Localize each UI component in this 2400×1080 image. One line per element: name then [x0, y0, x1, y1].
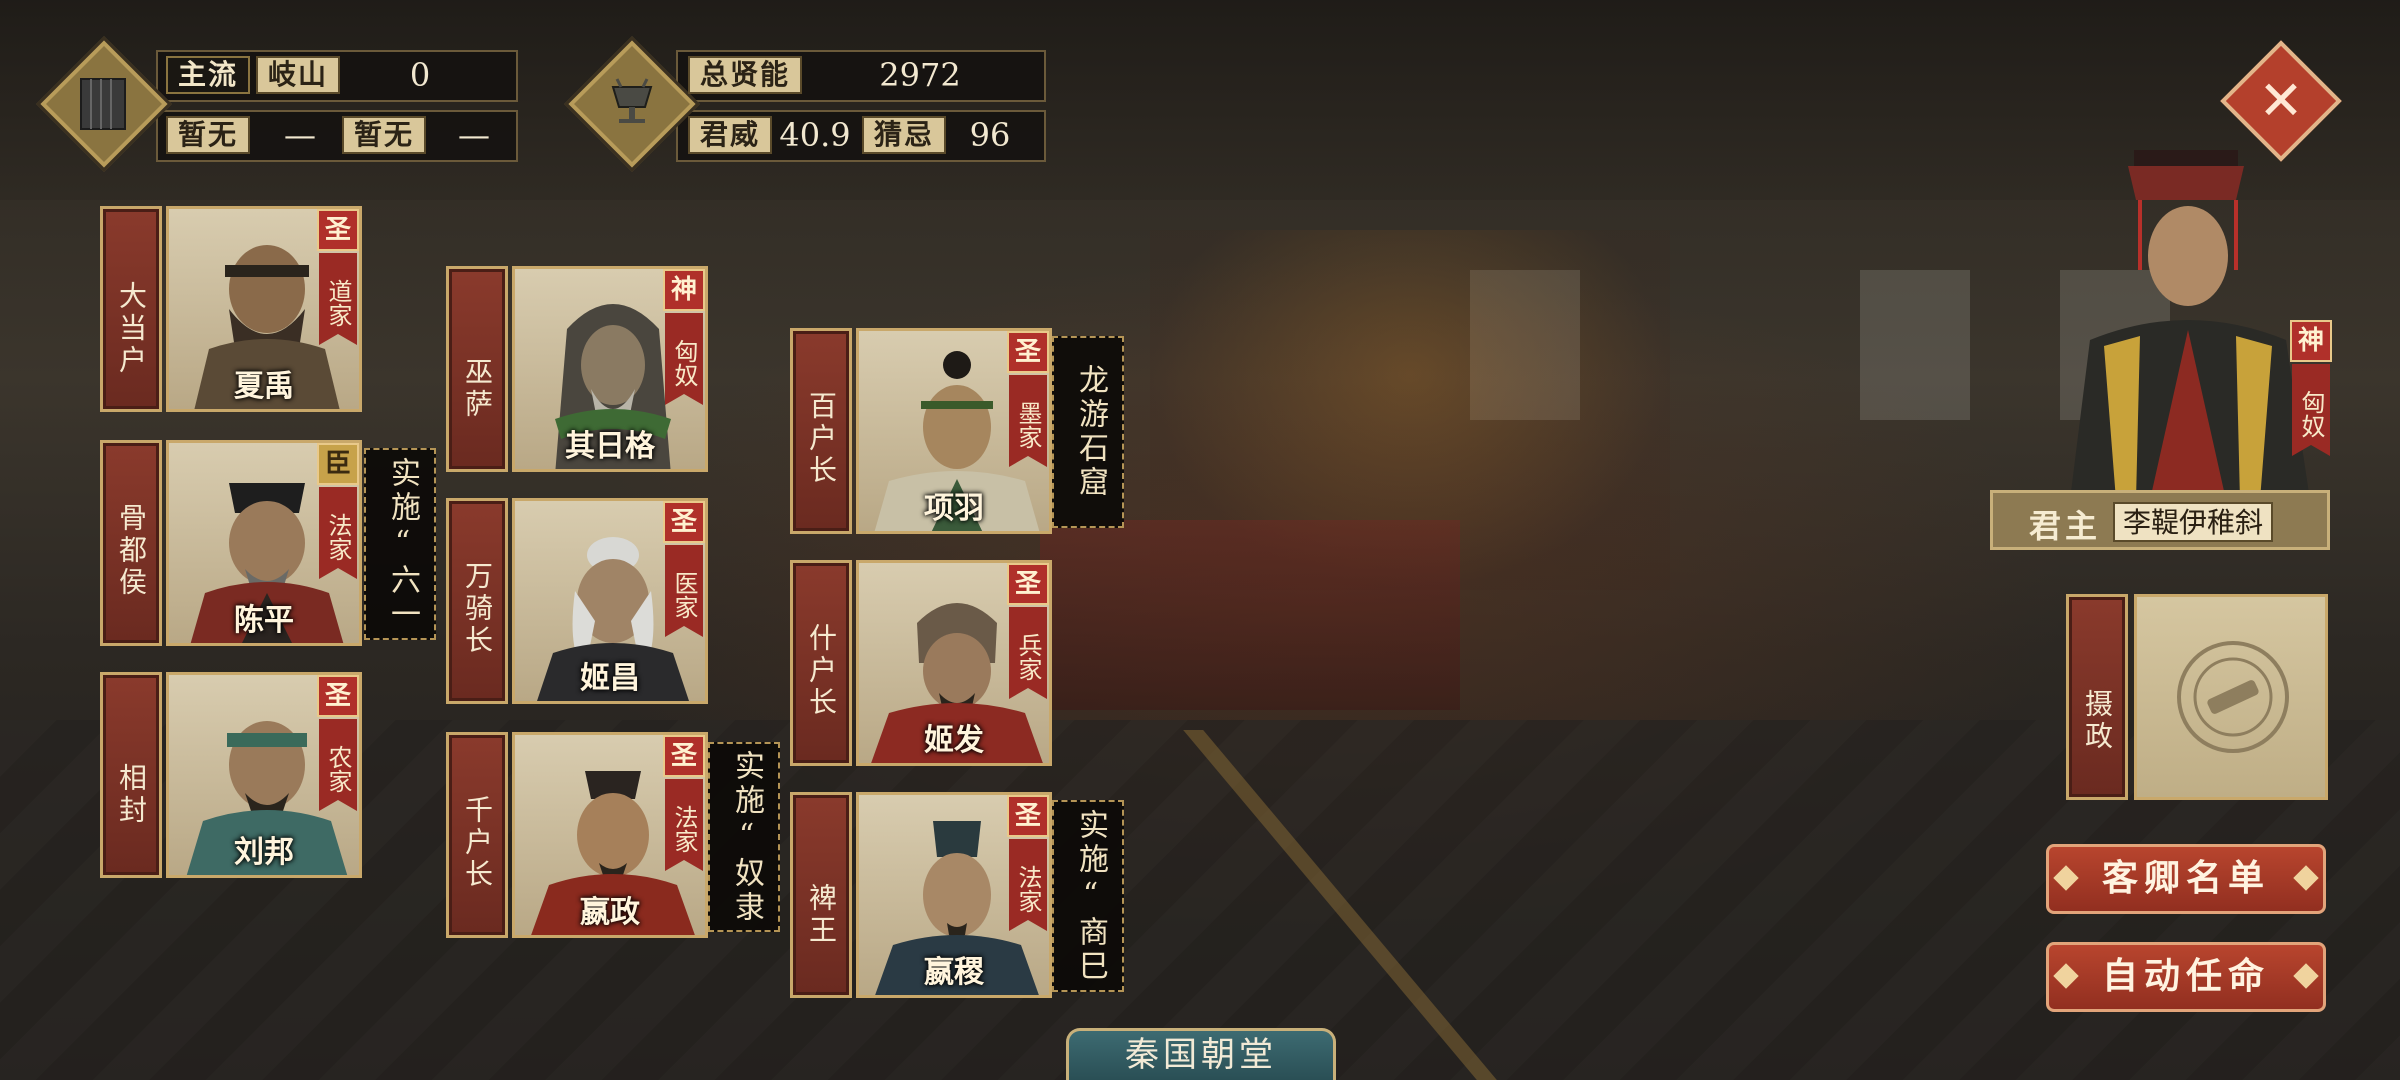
- court-title-tab: 秦国朝堂: [1066, 1028, 1336, 1080]
- policy-banner[interactable]: 实施“六一: [364, 448, 436, 640]
- official-name: 姬昌: [580, 661, 640, 696]
- grade-badge: 圣: [317, 209, 359, 251]
- official-card[interactable]: 巫萨 其日格 神 匈奴: [446, 266, 708, 476]
- grade-badge: 圣: [1007, 331, 1049, 373]
- slot-b-label: 暂无: [342, 116, 427, 154]
- bamboo-scroll-icon: [80, 78, 126, 130]
- portrait: 夏禹 圣 道家: [166, 206, 362, 412]
- portrait: 嬴稷 圣 法家: [856, 792, 1052, 998]
- suspicion-value: 96: [969, 116, 1011, 154]
- prestige-value: 40.9: [779, 116, 851, 154]
- scroll-emblem[interactable]: [36, 36, 172, 172]
- total-talent-label: 总贤能: [688, 56, 803, 94]
- rank-tab: 什户长: [790, 560, 852, 766]
- portrait: 其日格 神 匈奴: [512, 266, 708, 472]
- rank-tab: 摄政: [2066, 594, 2128, 800]
- policy-banner[interactable]: 龙游石窟: [1052, 336, 1124, 528]
- slot-a-value: —: [284, 116, 316, 154]
- regent-slot[interactable]: 摄政: [2066, 594, 2330, 800]
- portrait: 陈平 臣 法家: [166, 440, 362, 646]
- official-name: 嬴稷: [924, 955, 984, 990]
- grade-badge: 圣: [663, 501, 705, 543]
- school-tag: 道家: [319, 253, 357, 345]
- official-name: 其日格: [565, 429, 655, 464]
- policy-banner[interactable]: 实施“商巳: [1052, 800, 1124, 992]
- school-tag: 法家: [665, 779, 703, 871]
- total-talent-value: 2972: [879, 56, 961, 94]
- official-card[interactable]: 相封 刘邦 圣 农家: [100, 672, 362, 882]
- official-card[interactable]: 百户长 项羽 圣 墨家: [790, 328, 1052, 538]
- monarch-title: 君主: [2029, 507, 2102, 545]
- school-tag: 农家: [319, 719, 357, 811]
- hall-window: [1860, 270, 1970, 420]
- official-card[interactable]: 骨都侯 陈平 臣 法家: [100, 440, 362, 650]
- slot-a-label: 暂无: [166, 116, 251, 154]
- school-tag: 法家: [319, 487, 357, 579]
- school-tag: 兵家: [1009, 607, 1047, 699]
- rank-tab: 相封: [100, 672, 162, 878]
- monarch-name: 李鞮伊稚斜: [2113, 502, 2274, 542]
- official-name: 姬发: [924, 723, 984, 758]
- school-tag: 匈奴: [2292, 364, 2330, 456]
- grade-badge: 圣: [317, 675, 359, 717]
- rank-tab: 大当户: [100, 206, 162, 412]
- school-tag: 医家: [665, 545, 703, 637]
- official-card[interactable]: 什户长 姬发 圣 兵家: [790, 560, 1052, 770]
- portrait: 项羽 圣 墨家: [856, 328, 1052, 534]
- mainstream-value: 岐山: [256, 56, 341, 94]
- auto-appoint-button[interactable]: 自动任命: [2046, 942, 2326, 1012]
- official-name: 陈平: [234, 603, 294, 638]
- monarch-portrait[interactable]: 神 匈奴: [2040, 140, 2340, 500]
- official-card[interactable]: 千户长 嬴政 圣 法家: [446, 732, 708, 942]
- grade-badge: 圣: [663, 735, 705, 777]
- suspicion-label: 猜忌: [862, 116, 947, 154]
- official-name: 刘邦: [234, 835, 294, 870]
- rank-tab: 巫萨: [446, 266, 508, 472]
- mainstream-count: 0: [409, 56, 431, 94]
- official-name: 项羽: [924, 491, 984, 526]
- official-name: 嬴政: [580, 895, 640, 930]
- rank-tab: 骨都侯: [100, 440, 162, 646]
- rank-tab: 千户长: [446, 732, 508, 938]
- monarch-nameplate: 君主 李鞮伊稚斜: [1990, 490, 2330, 550]
- portrait: 嬴政 圣 法家: [512, 732, 708, 938]
- empty-seal-icon: [2177, 641, 2289, 753]
- grade-badge: 圣: [1007, 795, 1049, 837]
- portrait: 刘邦 圣 农家: [166, 672, 362, 878]
- grade-badge: 臣: [317, 443, 359, 485]
- grade-badge: 神: [663, 269, 705, 311]
- official-card[interactable]: 大当户 夏禹 圣 道家: [100, 206, 362, 416]
- rank-tab: 百户长: [790, 328, 852, 534]
- slot-b-value: —: [458, 116, 490, 154]
- official-name: 夏禹: [234, 369, 294, 404]
- throne-area: [1150, 230, 1670, 590]
- hall-window: [1470, 270, 1580, 420]
- portrait: 姬发 圣 兵家: [856, 560, 1052, 766]
- policy-banner[interactable]: 实施“奴隶: [708, 742, 780, 932]
- official-card[interactable]: 裨王 嬴稷 圣 法家: [790, 792, 1052, 1002]
- prestige-label: 君威: [688, 116, 773, 154]
- close-icon: ✕: [2258, 69, 2304, 132]
- mainstream-label: 主流: [166, 56, 251, 94]
- red-carpet: [1040, 520, 1460, 710]
- grade-badge: 神: [2290, 320, 2332, 362]
- rank-tab: 裨王: [790, 792, 852, 998]
- bronze-jue-icon: [611, 78, 653, 124]
- grade-badge: 圣: [1007, 563, 1049, 605]
- guest-list-button[interactable]: 客卿名单: [2046, 844, 2326, 914]
- portrait: 姬昌 圣 医家: [512, 498, 708, 704]
- official-card[interactable]: 万骑长 姬昌 圣 医家: [446, 498, 708, 708]
- school-tag: 墨家: [1009, 375, 1047, 467]
- rank-tab: 万骑长: [446, 498, 508, 704]
- school-tag: 法家: [1009, 839, 1047, 931]
- school-tag: 匈奴: [665, 313, 703, 405]
- empty-slot: [2134, 594, 2328, 800]
